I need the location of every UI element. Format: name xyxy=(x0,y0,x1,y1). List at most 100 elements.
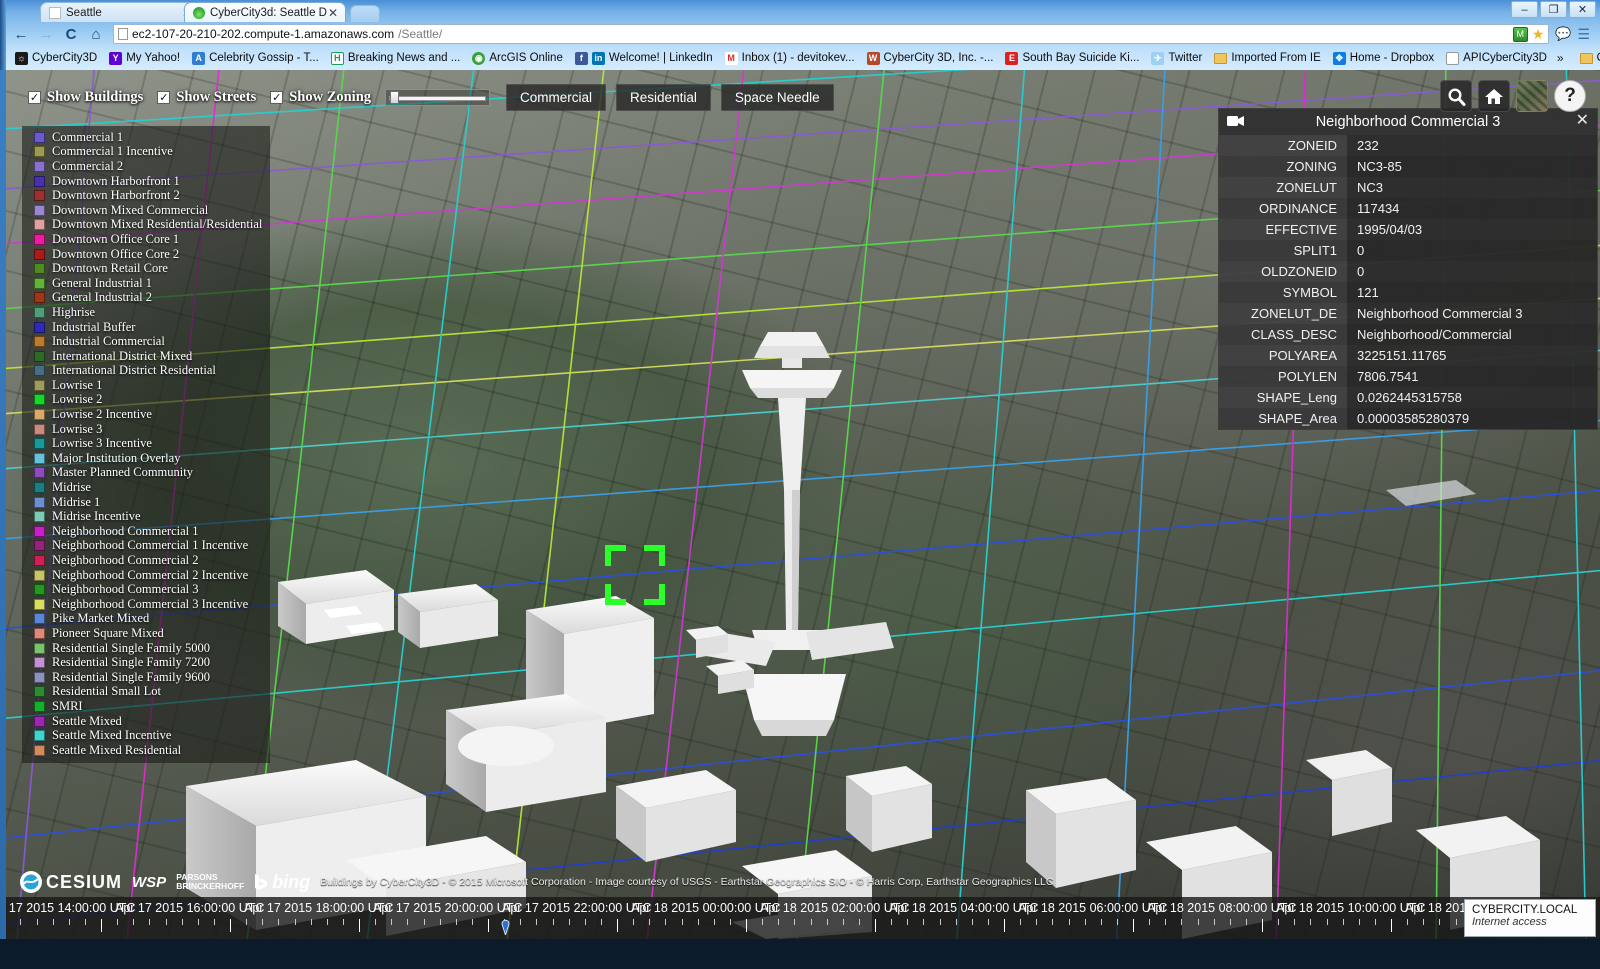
bookmark-star-icon[interactable]: ★ xyxy=(1532,26,1545,43)
legend-item[interactable]: Downtown Mixed Residential/Residential xyxy=(22,217,270,233)
legend-item[interactable]: Seattle Mixed Incentive xyxy=(22,728,270,743)
close-icon[interactable]: ✕ xyxy=(1576,112,1589,130)
legend-item[interactable]: Downtown Harborfront 1 xyxy=(22,174,270,189)
legend-item[interactable]: Neighborhood Commercial 1 Incentive xyxy=(22,538,270,554)
minimize-button[interactable]: – xyxy=(1511,1,1538,18)
legend-item[interactable]: Neighborhood Commercial 3 xyxy=(22,582,270,597)
reload-icon[interactable]: C xyxy=(60,24,82,44)
legend-item[interactable]: Commercial 2 xyxy=(22,159,270,174)
bookmark-item[interactable]: Imported From IE xyxy=(1208,50,1326,66)
legend-item[interactable]: General Industrial 1 xyxy=(22,276,270,291)
bookmark-item[interactable]: APICyberCity3D xyxy=(1440,50,1553,67)
view-space-needle-button[interactable]: Space Needle xyxy=(720,84,834,111)
forward-icon[interactable]: → xyxy=(35,24,57,44)
home-icon[interactable]: ⌂ xyxy=(85,24,107,44)
other-bookmarks-folder[interactable]: Other bookmarks xyxy=(1574,50,1600,66)
bookmark-item[interactable]: M Inbox (1) - devitokev... xyxy=(719,50,861,67)
timeline-label: Apr 18 2015 00:00:00 UTC xyxy=(631,901,781,915)
checkbox-show-zoning[interactable]: ✓ xyxy=(270,91,284,104)
legend-item[interactable]: Downtown Office Core 1 xyxy=(22,232,270,247)
basemap-picker-icon[interactable] xyxy=(1516,80,1548,112)
legend-item[interactable]: Residential Small Lot xyxy=(22,684,270,700)
hangouts-icon[interactable]: 💬 xyxy=(1555,26,1571,42)
legend-item[interactable]: Highrise xyxy=(22,305,270,320)
legend-item[interactable]: Downtown Mixed Commercial xyxy=(22,203,270,218)
timeline-widget[interactable]: Apr 17 2015 14:00:00 UTCApr 17 2015 16:0… xyxy=(6,897,1600,939)
timeline-playhead[interactable] xyxy=(500,915,511,935)
close-button[interactable]: ✕ xyxy=(1569,1,1596,18)
bookmark-item[interactable]: W CyberCity 3D, Inc. -... xyxy=(861,50,1000,67)
legend-item[interactable]: Neighborhood Commercial 1 xyxy=(22,524,270,539)
opacity-slider[interactable] xyxy=(385,89,491,106)
back-icon[interactable]: ← xyxy=(10,24,32,44)
legend-item[interactable]: Midrise Incentive xyxy=(22,509,270,524)
bookmark-item[interactable]: ✥ Home - Dropbox xyxy=(1327,50,1440,67)
home-icon[interactable] xyxy=(1478,80,1510,112)
legend-item[interactable]: General Industrial 2 xyxy=(22,290,270,306)
legend-item[interactable]: Midrise 1 xyxy=(22,495,270,510)
search-icon[interactable] xyxy=(1440,80,1472,112)
address-bar[interactable]: ec2-107-20-210-202.compute-1.amazonaws.c… xyxy=(113,24,1550,44)
legend-item[interactable]: Major Institution Overlay xyxy=(22,451,270,466)
legend-item[interactable]: International District Mixed xyxy=(22,349,270,364)
toggle-show-buildings[interactable]: ✓ Show Buildings xyxy=(28,89,143,106)
toggle-show-zoning[interactable]: ✓ Show Zoning xyxy=(270,89,371,106)
new-tab-button[interactable] xyxy=(350,5,380,22)
slider-knob[interactable] xyxy=(390,91,400,104)
checkbox-show-buildings[interactable]: ✓ xyxy=(28,91,41,104)
legend-item[interactable]: Lowrise 2 Incentive xyxy=(22,407,270,422)
tab-close-icon[interactable]: ✕ xyxy=(327,6,339,20)
legend-item[interactable]: Neighborhood Commercial 2 xyxy=(22,553,270,568)
legend-item[interactable]: Downtown Office Core 2 xyxy=(22,247,270,262)
bookmark-item[interactable]: ☼ CyberCity3D xyxy=(9,50,103,67)
view-commercial-button[interactable]: Commercial xyxy=(506,84,607,111)
bookmark-item[interactable]: H Breaking News and ... xyxy=(325,50,467,67)
legend-item[interactable]: Neighborhood Commercial 3 Incentive xyxy=(22,597,270,612)
legend-item[interactable]: Seattle Mixed Residential xyxy=(22,743,270,758)
legend-item[interactable]: Lowrise 3 xyxy=(22,422,270,437)
legend-item[interactable]: Residential Single Family 5000 xyxy=(22,641,270,656)
bookmark-item[interactable]: ◉ ArcGIS Online xyxy=(466,50,569,67)
legend-item[interactable]: Downtown Retail Core xyxy=(22,261,270,276)
legend-item[interactable]: Lowrise 2 xyxy=(22,392,270,408)
legend-item[interactable]: Lowrise 1 xyxy=(22,378,270,393)
bookmark-item[interactable]: ✈ Twitter xyxy=(1145,50,1208,67)
cesium-logo[interactable]: CESIUM xyxy=(20,871,122,893)
legend-item[interactable]: Commercial 1 xyxy=(22,130,270,145)
timeline-minor-tick xyxy=(600,919,602,925)
legend-item[interactable]: Industrial Commercial xyxy=(22,334,270,349)
chrome-menu-icon[interactable]: ☰ xyxy=(1577,26,1590,43)
legend-item[interactable]: Lowrise 3 Incentive xyxy=(22,436,270,451)
bing-logo[interactable]: bing xyxy=(254,872,310,893)
bookmark-item[interactable]: Y My Yahoo! xyxy=(103,50,186,67)
bookmark-item[interactable]: A Celebrity Gossip - T... xyxy=(186,50,325,67)
help-icon[interactable]: ? xyxy=(1554,80,1586,112)
bookmarks-overflow-icon[interactable]: » xyxy=(1553,51,1568,65)
legend-item[interactable]: Downtown Harborfront 2 xyxy=(22,188,270,203)
view-residential-button[interactable]: Residential xyxy=(616,84,711,111)
legend-item[interactable]: Neighborhood Commercial 2 Incentive xyxy=(22,568,270,583)
bookmark-item[interactable]: f in Welcome! | LinkedIn xyxy=(569,50,719,67)
browser-tab-cybercity3d[interactable]: CyberCity3d: Seattle Dem ✕ xyxy=(184,2,346,22)
legend-item[interactable]: Residential Single Family 7200 xyxy=(22,655,270,670)
legend-item[interactable]: Pike Market Mixed xyxy=(22,611,270,627)
camera-icon[interactable] xyxy=(1227,115,1244,127)
toggle-show-streets[interactable]: ✓ Show Streets xyxy=(157,89,256,106)
legend-item[interactable]: Seattle Mixed xyxy=(22,714,270,729)
checkbox-show-streets[interactable]: ✓ xyxy=(157,91,171,104)
maximize-button[interactable]: ❐ xyxy=(1540,1,1567,18)
legend-item[interactable]: Residential Single Family 9600 xyxy=(22,670,270,685)
legend-item[interactable]: SMRI xyxy=(22,699,270,714)
bookmark-label: ArcGIS Online xyxy=(489,52,563,64)
legend-item[interactable]: Industrial Buffer xyxy=(22,320,270,335)
legend-item[interactable]: Midrise xyxy=(22,480,270,495)
legend-item[interactable]: Pioneer Square Mixed xyxy=(22,626,270,641)
bookmark-item[interactable]: E South Bay Suicide Ki... xyxy=(999,50,1145,67)
legend-item[interactable]: International District Residential xyxy=(22,363,270,379)
legend-item-label: Downtown Harborfront 2 xyxy=(52,188,180,203)
cesium-3d-viewer[interactable]: ✓ Show Buildings ✓ Show Streets ✓ Show Z… xyxy=(6,70,1600,939)
browser-tab-seattle[interactable]: Seattle ✕ xyxy=(40,2,200,22)
legend-item[interactable]: Master Planned Community xyxy=(22,465,270,481)
legend-item[interactable]: Commercial 1 Incentive xyxy=(22,144,270,160)
extension-icon[interactable]: M xyxy=(1512,26,1528,42)
